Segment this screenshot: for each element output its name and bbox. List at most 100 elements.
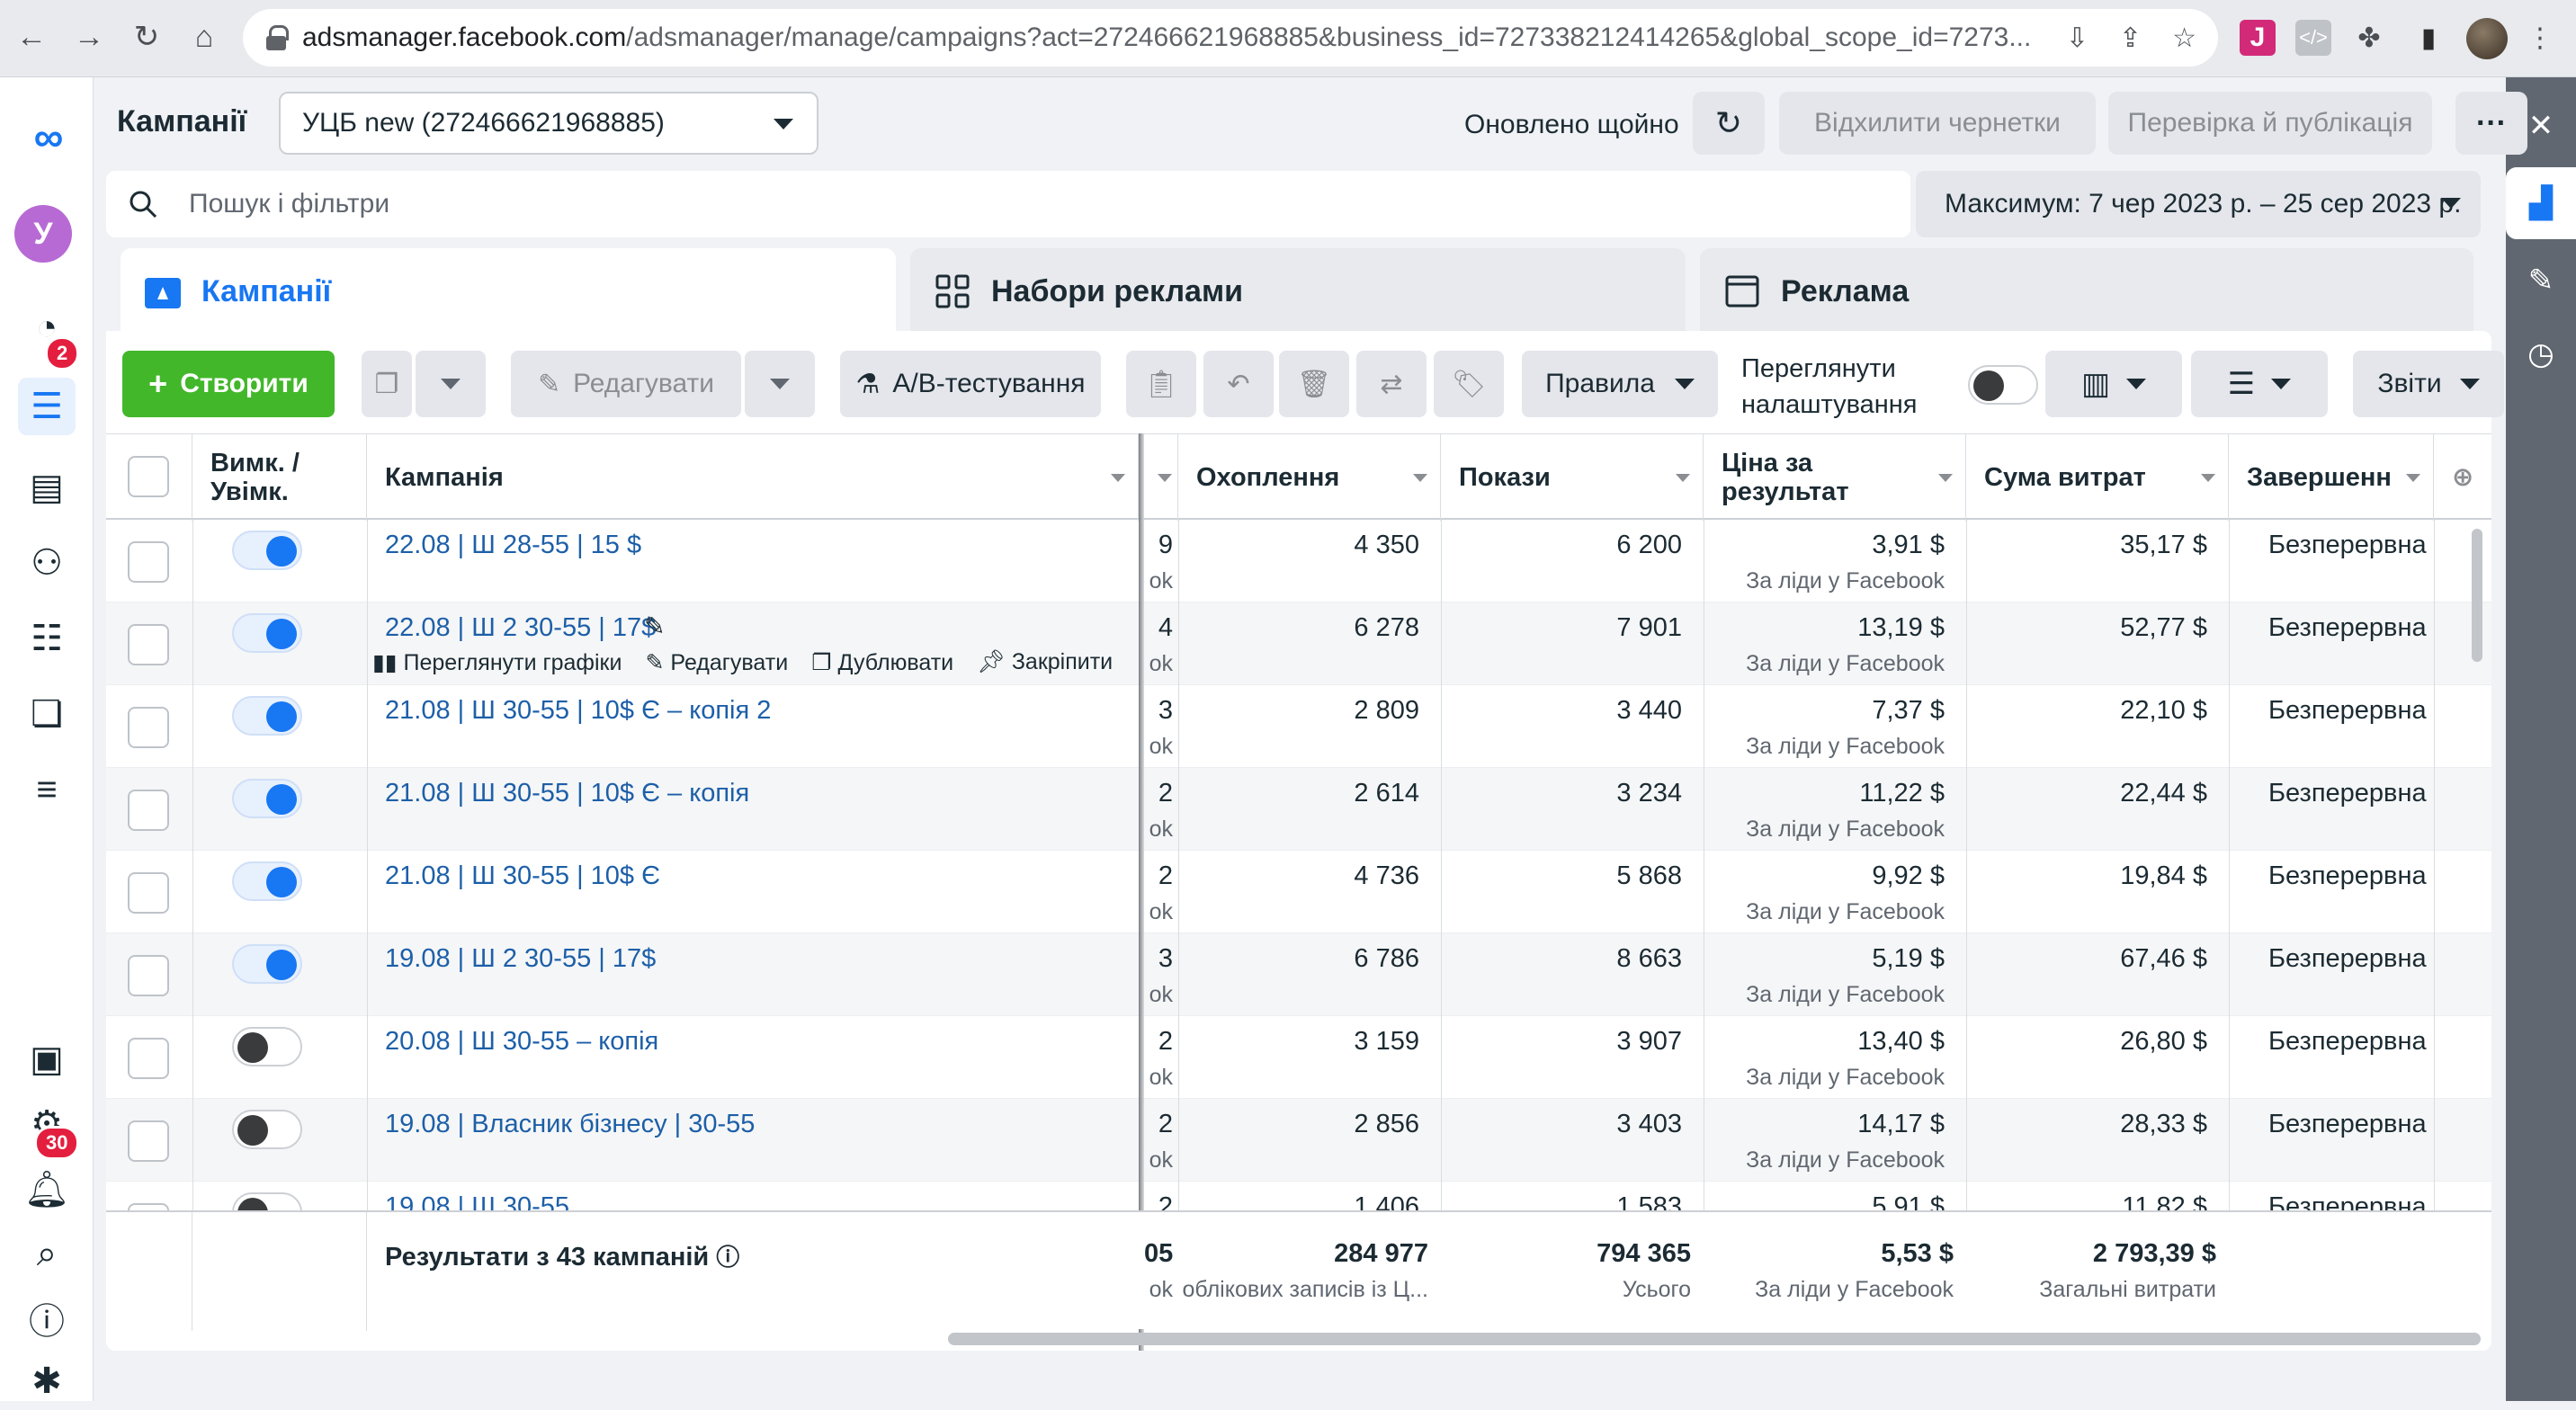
view-settings-toggle[interactable] — [1968, 365, 2038, 405]
rename-pencil-icon[interactable]: ✎ — [644, 611, 665, 641]
breakdown-button[interactable]: ☰ — [2191, 351, 2328, 417]
discard-drafts-button[interactable]: Відхилити чернетки — [1779, 92, 2096, 155]
campaign-name-link[interactable]: 21.08 | Ш 30-55 | 10$ Є — [385, 861, 660, 891]
campaign-name-link[interactable]: 19.08 | Ш 2 30-55 | 17$ — [385, 944, 656, 974]
rules-button[interactable]: Правила — [1522, 351, 1718, 417]
column-amount-spent[interactable]: Сума витрат — [1966, 434, 2229, 521]
column-cost-per-result[interactable]: Ціна за результат — [1704, 434, 1966, 521]
table-row[interactable]: 21.08 | Ш 30-55 | 10$ Є – копія 2 ok 2 614 3… — [106, 768, 2491, 851]
tab-ad-sets[interactable]: Набори реклами — [910, 248, 1686, 335]
column-toggle[interactable]: Вимк. / Увімк. — [192, 434, 367, 521]
row-checkbox[interactable] — [128, 790, 169, 831]
history-clock-icon[interactable]: ◷ — [2506, 318, 2576, 390]
extension-j-icon[interactable]: J — [2240, 20, 2276, 56]
search-filter-bar[interactable]: Пошук і фільтри — [106, 171, 1910, 237]
export-button[interactable]: ⇄ — [1356, 351, 1427, 417]
create-button[interactable]: + Створити — [122, 351, 335, 417]
pin-action[interactable]: 📌︎ Закріпити — [977, 649, 1113, 676]
campaign-name-link[interactable]: 20.08 | Ш 30-55 – копія — [385, 1027, 658, 1057]
select-all-checkbox[interactable] — [128, 456, 169, 497]
tab-ads[interactable]: Реклама — [1700, 248, 2473, 335]
notifications-bell-icon[interactable]: 🔔︎ — [18, 1160, 76, 1218]
campaign-name-link[interactable]: 22.08 | Ш 28-55 | 15 $ — [385, 531, 641, 560]
campaign-status-toggle[interactable] — [232, 531, 302, 570]
campaign-status-toggle[interactable] — [232, 613, 302, 653]
row-checkbox[interactable] — [128, 541, 169, 583]
all-tools-menu-icon[interactable]: ≡ — [18, 761, 76, 818]
view-charts-action[interactable]: ▮▮ Переглянути графіки — [372, 649, 622, 676]
row-checkbox[interactable] — [128, 955, 169, 996]
browser-menu-icon[interactable]: ⋮ — [2522, 20, 2558, 56]
duplicate-menu-button[interactable] — [416, 351, 486, 417]
table-row[interactable]: 22.08 | Ш 28-55 | 15 $ 9 ok 4 350 6 200 3,91 … — [106, 520, 2491, 602]
table-row[interactable]: 21.08 | Ш 30-55 | 10$ Є – копія 2 3 ok 2 80… — [106, 685, 2491, 768]
campaign-status-toggle[interactable] — [232, 1110, 302, 1149]
horizontal-scrollbar[interactable] — [948, 1333, 2481, 1345]
reports-icon[interactable]: ▤ — [18, 459, 76, 516]
column-reach[interactable]: Охоплення — [1178, 434, 1441, 521]
bookmark-star-icon[interactable]: ☆ — [2172, 22, 2196, 54]
back-icon[interactable]: ← — [13, 18, 50, 56]
refresh-button[interactable]: ↻ — [1693, 92, 1765, 155]
row-checkbox[interactable] — [128, 624, 169, 665]
row-checkbox[interactable] — [128, 707, 169, 748]
campaign-name-link[interactable]: 22.08 | Ш 2 30-55 | 17$ — [385, 613, 656, 643]
home-icon[interactable]: ⌂ — [185, 18, 223, 56]
ab-test-button[interactable]: ⚗ A/B-тестування — [840, 351, 1101, 417]
charts-icon[interactable]: ▟ — [2506, 167, 2576, 239]
extensions-puzzle-icon[interactable]: ✤ — [2351, 20, 2387, 56]
install-icon[interactable]: ⇩ — [2066, 22, 2089, 54]
row-checkbox[interactable] — [128, 1120, 169, 1162]
share-icon[interactable]: ⇪ — [2119, 22, 2142, 54]
table-row[interactable]: 22.08 | Ш 2 30-55 | 17$ 4 ok 6 278 7 901 13,1… — [106, 602, 2491, 685]
more-options-button[interactable]: ··· — [2455, 92, 2527, 155]
ad-account-select[interactable]: УЦБ new (272466621968885) — [279, 92, 818, 155]
campaign-name-link[interactable]: 21.08 | Ш 30-55 | 10$ Є – копія 2 — [385, 696, 771, 726]
column-ends[interactable]: Завершенн — [2229, 434, 2434, 521]
review-publish-button[interactable]: Перевірка й публікація — [2108, 92, 2432, 155]
campaigns-table-icon[interactable]: ☰ — [18, 378, 76, 435]
reload-icon[interactable]: ↻ — [128, 18, 165, 56]
delete-button[interactable]: 🗑︎ — [1279, 351, 1349, 417]
address-bar[interactable]: adsmanager.facebook.com/adsmanager/manag… — [243, 9, 2218, 67]
edit-button[interactable]: ✎ Редагувати — [511, 351, 741, 417]
table-row[interactable]: 20.08 | Ш 30-55 – копія 2 ok 3 159 3 907 13,4… — [106, 1016, 2491, 1099]
account-avatar[interactable]: У — [14, 205, 72, 263]
campaign-status-toggle[interactable] — [232, 779, 302, 818]
add-column-icon[interactable]: ⊕ — [2434, 434, 2491, 521]
campaign-name-link[interactable]: 19.08 | Власник бізнесу | 30-55 — [385, 1110, 755, 1139]
catalog-icon[interactable]: ☷ — [18, 610, 76, 667]
edit-pencil-icon[interactable]: ✎ — [2506, 245, 2576, 317]
tag-button[interactable]: 🏷︎ — [1434, 351, 1504, 417]
edit-action[interactable]: ✎ Редагувати — [645, 649, 788, 676]
row-checkbox[interactable] — [128, 872, 169, 914]
duplicate-button[interactable]: ❐ — [362, 351, 412, 417]
column-impressions[interactable]: Покази — [1441, 434, 1704, 521]
column-campaign[interactable]: Кампанія — [367, 434, 1139, 521]
undo-button[interactable]: ↶ — [1203, 351, 1274, 417]
campaign-name-link[interactable]: 21.08 | Ш 30-55 | 10$ Є – копія — [385, 779, 749, 808]
table-row[interactable]: 19.08 | Ш 2 30-55 | 17$ 3 ok 6 786 8 663 5,19… — [106, 933, 2491, 1016]
side-panel-icon[interactable]: ▮ — [2411, 20, 2446, 56]
profile-avatar[interactable] — [2466, 18, 2508, 59]
date-range-picker[interactable]: Максимум: 7 чер 2023 р. – 25 сер 2023 р. — [1916, 171, 2481, 237]
campaign-status-toggle[interactable] — [232, 696, 302, 736]
row-checkbox[interactable] — [128, 1038, 169, 1079]
info-icon[interactable]: ⓘ — [716, 1244, 739, 1271]
columns-button[interactable]: ▥ — [2045, 351, 2182, 417]
reports-button[interactable]: Звіти — [2353, 351, 2504, 417]
campaign-status-toggle[interactable] — [232, 861, 302, 901]
clipboard-button[interactable]: 📋︎ — [1126, 351, 1196, 417]
media-library-icon[interactable]: ❏ — [18, 685, 76, 743]
help-icon[interactable]: ⓘ — [18, 1290, 76, 1347]
tab-campaigns[interactable]: Кампанії — [121, 248, 896, 335]
audiences-icon[interactable]: ⚇ — [18, 534, 76, 592]
campaign-status-toggle[interactable] — [232, 1027, 302, 1066]
vertical-scrollbar[interactable] — [2472, 529, 2482, 662]
meta-logo-icon[interactable]: ∞ — [18, 108, 76, 165]
billing-icon[interactable]: ▣ — [18, 1031, 76, 1088]
edit-menu-button[interactable] — [745, 351, 815, 417]
forward-icon[interactable]: → — [70, 18, 108, 56]
column-results-partial[interactable] — [1144, 434, 1178, 521]
search-icon[interactable]: ⌕ — [18, 1225, 76, 1282]
